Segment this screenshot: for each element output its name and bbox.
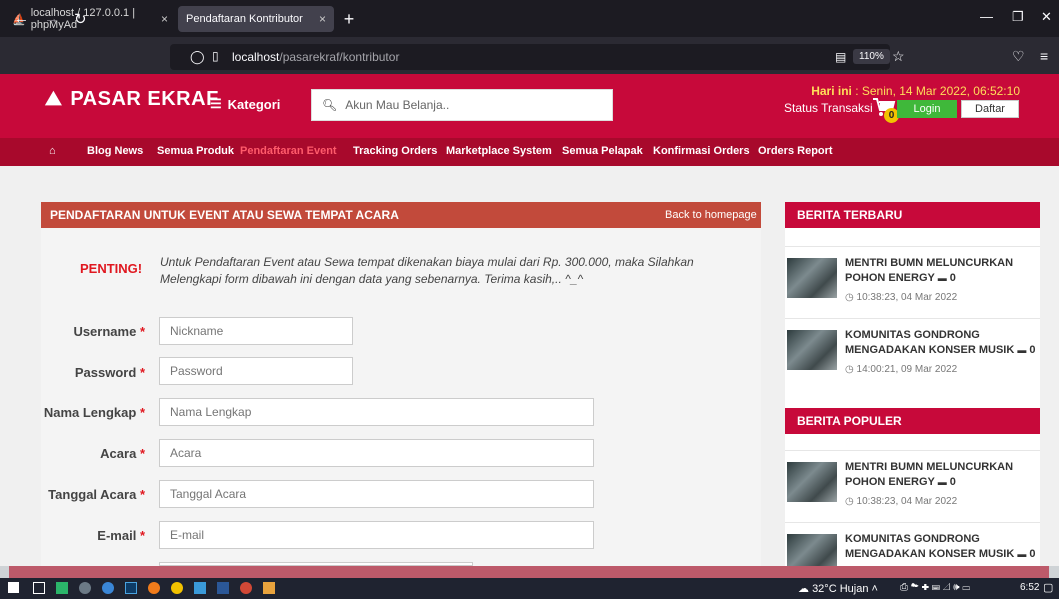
acara-label: Acara *: [100, 446, 145, 461]
news-item[interactable]: KOMUNITAS GONDRONG MENGADAKAN KONSER MUS…: [785, 324, 1040, 384]
page-icon: ▯: [212, 49, 219, 63]
email-input[interactable]: [159, 521, 594, 549]
berita-terbaru-header: BERITA TERBARU: [785, 202, 1040, 228]
news-thumbnail[interactable]: [787, 462, 837, 502]
news-item[interactable]: KOMUNITAS GONDRONG MENGADAKAN KONSER MUS…: [785, 528, 1040, 566]
comment-icon: ▬: [937, 477, 947, 487]
menu-orders-report[interactable]: Orders Report: [758, 145, 833, 157]
bookmark-star-icon[interactable]: ☆: [892, 48, 905, 65]
search-icon: 🔍︎: [322, 98, 338, 112]
status-transaksi-label: Status Transaksi: [784, 101, 873, 115]
reader-view-icon[interactable]: ▤: [835, 50, 846, 64]
username-input[interactable]: [159, 317, 353, 345]
firefox-icon[interactable]: [148, 582, 160, 594]
form-title: PENDAFTARAN UNTUK EVENT ATAU SEWA TEMPAT…: [50, 208, 399, 222]
notice-text: Untuk Pendaftaran Event atau Sewa tempat…: [160, 255, 694, 286]
menu-semua-pelapak[interactable]: Semua Pelapak: [562, 145, 643, 157]
news-thumbnail[interactable]: [787, 330, 837, 370]
search-box[interactable]: 🔍︎ Akun Mau Belanja..: [311, 89, 613, 121]
scrollbar-thumb[interactable]: [9, 566, 1049, 578]
notepad-icon[interactable]: [56, 582, 68, 594]
news-thumbnail[interactable]: [787, 534, 837, 566]
comment-icon: ▬: [1017, 345, 1027, 355]
cloud-icon: ☁: [798, 583, 809, 595]
reload-icon[interactable]: ↻: [74, 10, 87, 28]
menu-konfirmasi-orders[interactable]: Konfirmasi Orders: [653, 145, 750, 157]
windows-start-icon[interactable]: [8, 582, 19, 593]
restore-icon[interactable]: ❐: [1012, 9, 1024, 25]
close-tab-icon[interactable]: ×: [319, 12, 326, 26]
divider: [785, 450, 1040, 451]
news-title[interactable]: KOMUNITAS GONDRONG MENGADAKAN KONSER MUS…: [845, 532, 1040, 562]
forward-icon[interactable]: →: [44, 10, 59, 27]
menu-blog-news[interactable]: Blog News: [87, 145, 143, 157]
close-window-icon[interactable]: ✕: [1041, 9, 1052, 25]
login-button[interactable]: Login: [897, 100, 957, 118]
berita-populer-header: BERITA POPULER: [785, 408, 1040, 434]
settings-icon[interactable]: [79, 582, 91, 594]
clock[interactable]: 6:52: [1020, 582, 1039, 593]
divider: [785, 522, 1040, 523]
logo-icon: ⛰: [45, 88, 63, 110]
acara-input[interactable]: [159, 439, 594, 467]
list-icon: ☰: [210, 96, 222, 111]
chrome-icon[interactable]: [171, 582, 183, 594]
kategori-button[interactable]: ☰ Kategori: [210, 96, 280, 112]
comment-icon: ▬: [937, 273, 947, 283]
news-title[interactable]: MENTRI BUMN MELUNCURKAN POHON ENERGY ▬ 0: [845, 460, 1040, 490]
menu-pendaftaran-event[interactable]: Pendaftaran Event: [240, 145, 337, 157]
back-to-homepage-link[interactable]: Back to homepage: [665, 209, 757, 221]
browser-tab-phpmyadmin[interactable]: ⛵ localhost / 127.0.0.1 | phpMyAd ×: [4, 6, 176, 32]
file-explorer-icon[interactable]: [194, 582, 206, 594]
nama-lengkap-input[interactable]: [159, 398, 594, 426]
browser-icon[interactable]: [102, 582, 114, 594]
news-title[interactable]: KOMUNITAS GONDRONG MENGADAKAN KONSER MUS…: [845, 328, 1040, 358]
news-time: ◷ 10:38:23, 04 Mar 2022: [845, 292, 958, 303]
site-logo[interactable]: ⛰ PASAR EKRAF: [45, 88, 219, 111]
xampp-icon[interactable]: [263, 582, 275, 594]
task-view-icon[interactable]: [33, 582, 45, 594]
divider: [785, 318, 1040, 319]
penting-label: PENTING!: [80, 261, 143, 276]
email-label: E-mail *: [97, 528, 145, 543]
password-input[interactable]: [159, 357, 353, 385]
username-label: Username *: [73, 324, 145, 339]
zoom-level[interactable]: 110%: [853, 49, 890, 64]
news-item[interactable]: MENTRI BUMN MELUNCURKAN POHON ENERGY ▬ 0…: [785, 456, 1040, 516]
word-icon[interactable]: [217, 582, 229, 594]
tanggal-acara-label: Tanggal Acara *: [48, 487, 145, 502]
browser-tab-active[interactable]: Pendaftaran Kontributor ×: [178, 6, 334, 32]
daftar-button[interactable]: Daftar: [961, 100, 1019, 118]
home-icon[interactable]: ⌂: [49, 145, 56, 157]
news-title[interactable]: MENTRI BUMN MELUNCURKAN POHON ENERGY ▬ 0: [845, 256, 1040, 286]
notification-icon[interactable]: ▢: [1043, 581, 1053, 594]
menu-icon[interactable]: ≡: [1040, 48, 1048, 64]
menu-marketplace-system[interactable]: Marketplace System: [446, 145, 552, 157]
tab-title: Pendaftaran Kontributor: [186, 13, 303, 25]
search-input[interactable]: Akun Mau Belanja..: [345, 98, 449, 112]
shield-icon[interactable]: ◯: [190, 49, 205, 65]
news-item[interactable]: MENTRI BUMN MELUNCURKAN POHON ENERGY ▬ 0…: [785, 252, 1040, 312]
news-time: ◷ 14:00:21, 09 Mar 2022: [845, 364, 958, 375]
menu-tracking-orders[interactable]: Tracking Orders: [353, 145, 437, 157]
app-icon[interactable]: [240, 582, 252, 594]
divider: [785, 246, 1040, 247]
comment-icon: ▬: [1017, 549, 1027, 559]
photoshop-icon[interactable]: [125, 582, 137, 594]
tanggal-acara-input[interactable]: [159, 480, 594, 508]
current-date: Hari ini : Senin, 14 Mar 2022, 06:52:10: [811, 84, 1020, 98]
minimize-icon[interactable]: —: [980, 9, 993, 24]
weather-widget[interactable]: ☁ 32°C Hujan ˄: [798, 582, 878, 595]
url-text: localhost/pasarekraf/kontributor: [232, 50, 400, 64]
pocket-icon[interactable]: ♡: [1012, 48, 1025, 65]
close-tab-icon[interactable]: ×: [161, 12, 168, 26]
news-time: ◷ 10:38:23, 04 Mar 2022: [845, 496, 958, 507]
tray-icons[interactable]: ⎙ ☁ ✚ ⌨ ◿ 🕪 ▭: [900, 582, 970, 593]
back-icon[interactable]: ←: [14, 10, 29, 27]
nama-lengkap-label: Nama Lengkap *: [43, 405, 145, 420]
news-thumbnail[interactable]: [787, 258, 837, 298]
new-tab-button[interactable]: +: [338, 8, 360, 30]
password-label: Password *: [74, 365, 145, 380]
menu-semua-produk[interactable]: Semua Produk: [157, 145, 234, 157]
